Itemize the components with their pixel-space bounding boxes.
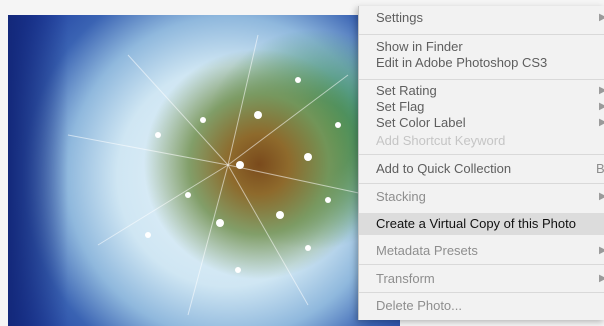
submenu-arrow-icon: ▶ bbox=[599, 273, 604, 284]
submenu-arrow-icon: ▶ bbox=[599, 85, 604, 96]
menu-item-label: Delete Photo... bbox=[376, 298, 462, 313]
menu-separator bbox=[359, 183, 604, 184]
menu-item-show-in-finder[interactable]: Show in Finder bbox=[359, 39, 604, 55]
dandelion-photo bbox=[8, 15, 400, 326]
submenu-arrow-icon: ▶ bbox=[599, 245, 604, 256]
menu-item-label: Set Flag bbox=[376, 99, 425, 114]
menu-item-metadata-presets[interactable]: Metadata Presets ▶ bbox=[359, 243, 604, 259]
menu-item-set-rating[interactable]: Set Rating ▶ bbox=[359, 83, 604, 99]
context-menu: Settings ▶ Show in Finder Edit in Adobe … bbox=[358, 6, 604, 320]
menu-item-label: Set Color Label bbox=[376, 115, 466, 130]
menu-item-edit-in-photoshop[interactable]: Edit in Adobe Photoshop CS3 bbox=[359, 55, 604, 71]
menu-item-label: Add to Quick Collection bbox=[376, 161, 512, 176]
menu-item-stacking[interactable]: Stacking ▶ bbox=[359, 189, 604, 205]
menu-item-label: Show in Finder bbox=[376, 39, 463, 54]
menu-item-label: Transform bbox=[376, 271, 435, 286]
menu-separator bbox=[359, 292, 604, 293]
menu-item-settings[interactable]: Settings ▶ bbox=[359, 10, 604, 26]
menu-separator bbox=[359, 79, 604, 80]
menu-item-label: Create a Virtual Copy of this Photo bbox=[376, 216, 576, 231]
menu-item-label: Settings bbox=[376, 10, 423, 25]
menu-item-label: Add Shortcut Keyword bbox=[376, 133, 506, 148]
menu-item-add-shortcut-keyword: Add Shortcut Keyword bbox=[359, 133, 604, 149]
menu-item-add-to-quick-collection[interactable]: Add to Quick Collection B bbox=[359, 161, 604, 177]
dandelion-seed-filaments bbox=[67, 34, 369, 316]
menu-item-label: Stacking bbox=[376, 189, 426, 204]
submenu-arrow-icon: ▶ bbox=[599, 101, 604, 112]
menu-item-set-color-label[interactable]: Set Color Label ▶ bbox=[359, 115, 604, 131]
menu-item-shortcut: B bbox=[596, 161, 604, 176]
menu-separator bbox=[359, 154, 604, 155]
menu-item-label: Edit in Adobe Photoshop CS3 bbox=[376, 55, 548, 70]
menu-item-create-virtual-copy[interactable]: Create a Virtual Copy of this Photo bbox=[359, 213, 604, 235]
submenu-arrow-icon: ▶ bbox=[599, 117, 604, 128]
menu-item-label: Set Rating bbox=[376, 83, 437, 98]
submenu-arrow-icon: ▶ bbox=[599, 191, 604, 202]
menu-item-label: Metadata Presets bbox=[376, 243, 478, 258]
menu-separator bbox=[359, 264, 604, 265]
menu-item-delete-photo[interactable]: Delete Photo... bbox=[359, 298, 604, 314]
submenu-arrow-icon: ▶ bbox=[599, 12, 604, 23]
menu-item-transform[interactable]: Transform ▶ bbox=[359, 271, 604, 287]
menu-separator bbox=[359, 34, 604, 35]
menu-item-set-flag[interactable]: Set Flag ▶ bbox=[359, 99, 604, 115]
